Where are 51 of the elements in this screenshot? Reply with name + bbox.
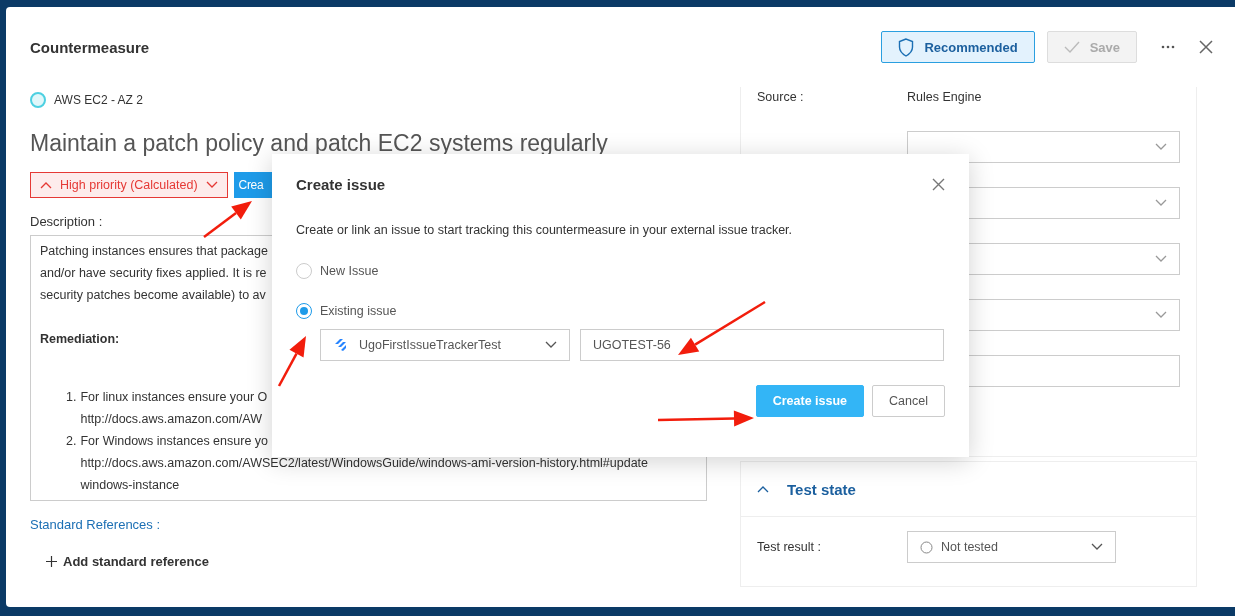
caret-icon bbox=[40, 181, 52, 189]
test-result-dropdown[interactable]: Not tested bbox=[907, 531, 1116, 563]
description-line: and/or have security fixes applied. It is re bbox=[40, 265, 267, 282]
dialog-title: Create issue bbox=[296, 176, 386, 193]
close-button[interactable] bbox=[1199, 40, 1213, 54]
description-line: Patching instances ensures that package bbox=[40, 243, 268, 260]
window-title: Countermeasure bbox=[30, 38, 151, 56]
chevron-icon bbox=[205, 181, 218, 189]
recommended-button[interactable]: Recommended bbox=[881, 31, 1035, 63]
chevron-icon bbox=[1155, 143, 1167, 151]
close-button[interactable] bbox=[932, 178, 945, 191]
issue-key-field[interactable]: UGOTEST-56 bbox=[580, 329, 944, 361]
chevron-icon bbox=[1091, 543, 1103, 551]
more-button[interactable] bbox=[1161, 45, 1175, 49]
annotation-arrow bbox=[203, 201, 252, 238]
step-line: For Windows instances ensure yo bbox=[80, 433, 269, 450]
annotation-arrow bbox=[277, 336, 306, 387]
check-icon bbox=[1063, 41, 1080, 53]
standard-references-label: Standard References : bbox=[30, 517, 162, 532]
tracker-logo-icon bbox=[333, 337, 349, 353]
description-line: security patches become available) to av bbox=[40, 287, 266, 304]
test-result-label: Test result : bbox=[757, 540, 822, 554]
step-number: 2. bbox=[66, 433, 77, 450]
status-dot-icon bbox=[30, 92, 46, 108]
description-label: Description : bbox=[30, 214, 104, 229]
step-line: http://docs.aws.amazon.com/AW bbox=[80, 411, 262, 428]
chevron-icon bbox=[1155, 255, 1167, 263]
step-line: http://docs.aws.amazon.com/AWSEC2/latest/WindowsGuide/windows-ami-version-history.html#update bbox=[80, 455, 649, 472]
chevron-icon bbox=[1155, 199, 1167, 207]
shield-icon bbox=[898, 37, 915, 57]
cancel-button[interactable]: Cancel bbox=[872, 385, 945, 417]
test-state-header[interactable]: Test state bbox=[740, 461, 1197, 517]
chevron-icon bbox=[1155, 311, 1167, 319]
remediation-heading: Remediation: bbox=[40, 331, 120, 348]
radio-option[interactable]: Existing issue bbox=[296, 303, 945, 319]
step-line: For linux instances ensure your O bbox=[80, 389, 268, 406]
caret-icon bbox=[757, 485, 769, 493]
circle-icon bbox=[920, 540, 933, 554]
chevron-icon bbox=[545, 341, 557, 349]
step-number: 1. bbox=[66, 389, 77, 406]
step-line: windows-instance bbox=[80, 477, 180, 494]
priority-dropdown[interactable]: High priority (Calculated) bbox=[30, 172, 228, 198]
tracker-dropdown[interactable]: UgoFirstIssueTrackerTest bbox=[320, 329, 570, 361]
dialog-intro: Create or link an issue to start tracking this countermeasure in your external issue tracker. bbox=[296, 223, 794, 237]
radio-option[interactable]: New Issue bbox=[296, 263, 945, 279]
source-value: Rules Engine bbox=[907, 90, 982, 104]
add-reference-button[interactable]: Add standard reference bbox=[46, 554, 707, 569]
asset-label: AWS EC2 - AZ 2 bbox=[54, 93, 143, 107]
source-label: Source : bbox=[757, 90, 805, 104]
plus-icon bbox=[46, 556, 57, 567]
countermeasure-title: Maintain a patch policy and patch EC2 systems regularly bbox=[30, 130, 609, 156]
